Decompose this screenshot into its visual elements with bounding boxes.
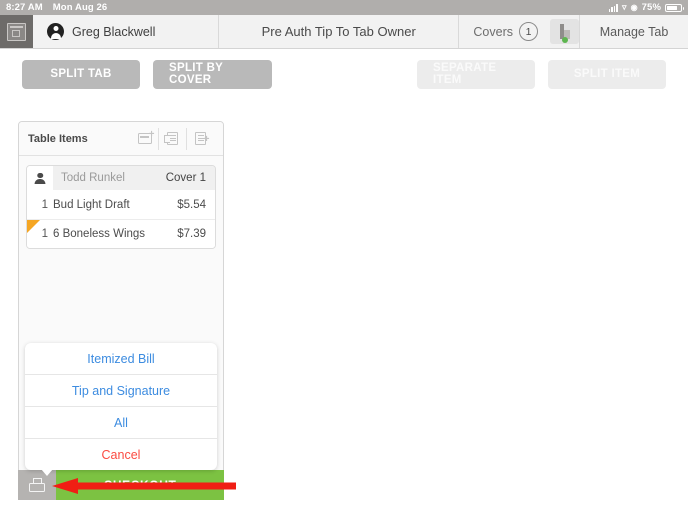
page-title: Pre Auth Tip To Tab Owner bbox=[219, 15, 460, 48]
move-item-icon bbox=[164, 132, 178, 145]
toggle-status-dot bbox=[561, 37, 568, 43]
status-date: Mon Aug 26 bbox=[52, 2, 108, 13]
top-navigation-bar: Greg Blackwell Pre Auth Tip To Tab Owner… bbox=[0, 15, 688, 49]
battery-icon bbox=[665, 3, 684, 12]
add-cover-button[interactable]: + bbox=[131, 128, 158, 150]
status-bar-right: ▿ ◉ 75% bbox=[608, 2, 684, 13]
split-by-cover-button[interactable]: SPLIT BY COVER bbox=[153, 59, 272, 89]
add-receipt-button[interactable]: + bbox=[186, 127, 214, 150]
tables-button[interactable] bbox=[0, 15, 33, 48]
item-price: $5.54 bbox=[177, 198, 206, 211]
manage-tab-button[interactable]: Manage Tab bbox=[579, 15, 688, 48]
guest-name-label: Todd Runkel bbox=[61, 172, 125, 184]
move-item-button[interactable] bbox=[158, 127, 186, 150]
action-itemized-bill[interactable]: Itemized Bill bbox=[25, 343, 217, 374]
plus-glyph: + bbox=[203, 134, 210, 145]
covers-count-badge: 1 bbox=[519, 22, 538, 41]
rotation-lock-icon: ◉ bbox=[630, 2, 638, 12]
split-view-toggle-button[interactable] bbox=[550, 19, 579, 44]
split-actions-toolbar: SPLIT TAB SPLIT BY COVER SEPARATE ITEM S… bbox=[0, 49, 688, 99]
table-items-actions: + + bbox=[131, 127, 214, 150]
split-item-button[interactable]: SPLIT ITEM bbox=[548, 59, 666, 89]
status-bar-left: 8:27 AM Mon Aug 26 bbox=[6, 2, 107, 13]
action-sheet-pointer bbox=[41, 469, 53, 476]
add-cover-icon: + bbox=[137, 129, 155, 144]
printer-icon bbox=[29, 478, 45, 492]
print-options-action-sheet: Itemized Bill Tip and Signature All Canc… bbox=[25, 343, 217, 476]
tables-grid-icon bbox=[7, 22, 26, 41]
covers-control[interactable]: Covers 1 bbox=[459, 15, 550, 48]
split-tab-button[interactable]: SPLIT TAB bbox=[22, 59, 140, 89]
table-items-title: Table Items bbox=[28, 132, 88, 145]
action-tip-and-signature[interactable]: Tip and Signature bbox=[25, 374, 217, 406]
current-user-chip[interactable]: Greg Blackwell bbox=[33, 15, 219, 48]
ios-status-bar: 8:27 AM Mon Aug 26 ▿ ◉ 75% bbox=[0, 0, 688, 15]
cover-number-label: Cover 1 bbox=[165, 172, 206, 184]
item-name: 6 Boneless Wings bbox=[53, 228, 146, 240]
table-items-header: Table Items + + bbox=[19, 122, 223, 156]
cellular-signal-icon bbox=[608, 4, 618, 12]
item-name: Bud Light Draft bbox=[53, 198, 130, 211]
user-avatar-icon bbox=[47, 23, 64, 40]
table-row[interactable]: 1 Bud Light Draft $5.54 bbox=[27, 190, 215, 219]
item-price: $7.39 bbox=[177, 228, 206, 240]
arrow-box-glyph bbox=[164, 135, 170, 143]
covers-label: Covers bbox=[473, 24, 513, 39]
cover-card[interactable]: Todd Runkel Cover 1 1 Bud Light Draft $5… bbox=[26, 165, 216, 249]
wifi-icon: ▿ bbox=[621, 2, 627, 12]
add-receipt-icon: + bbox=[195, 132, 210, 145]
battery-percent-label: 75% bbox=[641, 2, 661, 13]
cover-person-icon bbox=[27, 166, 53, 190]
item-flag-icon bbox=[27, 220, 40, 233]
action-cancel[interactable]: Cancel bbox=[25, 438, 217, 470]
cover-header[interactable]: Todd Runkel Cover 1 bbox=[27, 166, 215, 190]
plus-glyph: + bbox=[148, 129, 155, 140]
item-quantity: 1 bbox=[41, 198, 48, 211]
user-name-label: Greg Blackwell bbox=[72, 24, 156, 39]
separate-item-button[interactable]: SEPARATE ITEM bbox=[417, 59, 535, 89]
action-all[interactable]: All bbox=[25, 406, 217, 438]
table-row[interactable]: 1 6 Boneless Wings $7.39 bbox=[27, 219, 215, 248]
status-time: 8:27 AM bbox=[6, 2, 43, 13]
checkout-button[interactable]: CHECKOUT bbox=[56, 470, 224, 500]
